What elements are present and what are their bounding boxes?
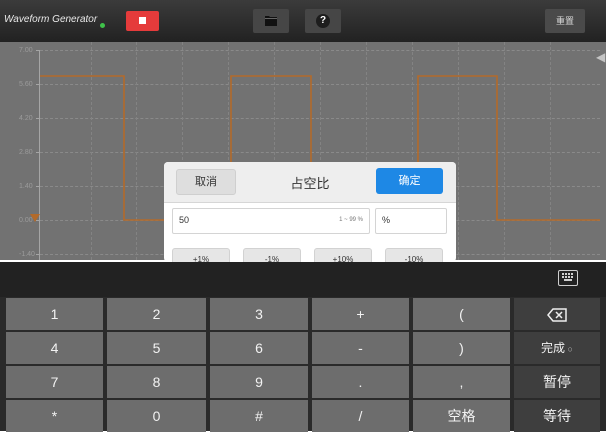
step-minus-1-button[interactable]: -1%	[243, 248, 301, 262]
status-indicator	[100, 23, 105, 28]
help-button[interactable]: ?	[305, 9, 341, 33]
key-row-glyph	[562, 276, 574, 278]
key-2[interactable]: 2	[107, 298, 206, 330]
done-key[interactable]: 完成 ○	[514, 332, 600, 364]
step-plus-10-button[interactable]: +10%	[314, 248, 372, 262]
key-4[interactable]: 4	[6, 332, 103, 364]
step-plus-1-button[interactable]: +1%	[172, 248, 230, 262]
key-period[interactable]: .	[312, 366, 409, 398]
numeric-keyboard: 1 2 3 + ( 4 5 6 - ) 完成 ○ 7 8 9 . , 暂停 * …	[0, 297, 606, 432]
key-comma[interactable]: ,	[413, 366, 510, 398]
key-7[interactable]: 7	[6, 366, 103, 398]
duty-cycle-value: 50	[179, 215, 190, 225]
keyboard-toolbar	[0, 262, 606, 297]
key-asterisk[interactable]: *	[6, 400, 103, 432]
backspace-key[interactable]	[514, 298, 600, 330]
app-title: Waveform Generator	[4, 14, 98, 25]
folder-icon	[265, 16, 277, 26]
unit-select[interactable]: %	[375, 208, 447, 234]
key-hash[interactable]: #	[210, 400, 308, 432]
wait-key[interactable]: 等待	[514, 400, 600, 432]
duty-cycle-input[interactable]: 50 1 ~ 99 %	[172, 208, 370, 234]
step-minus-10-button[interactable]: -10%	[385, 248, 443, 262]
reset-button[interactable]: 重置	[545, 9, 585, 33]
unit-value: %	[382, 215, 391, 225]
key-row-glyph	[562, 273, 574, 275]
key-3[interactable]: 3	[210, 298, 308, 330]
help-icon: ?	[316, 14, 330, 28]
arrow-left-icon[interactable]: ◀	[596, 50, 605, 64]
key-plus[interactable]: +	[312, 298, 409, 330]
key-0[interactable]: 0	[107, 400, 206, 432]
pause-key[interactable]: 暂停	[514, 366, 600, 398]
key-open-paren[interactable]: (	[413, 298, 510, 330]
circle-icon: ○	[565, 344, 573, 354]
key-slash[interactable]: /	[312, 400, 409, 432]
backspace-icon	[547, 308, 567, 323]
stop-button[interactable]	[126, 11, 159, 31]
toolbar: Waveform Generator ? 重置	[0, 0, 606, 42]
space-key[interactable]: 空格	[413, 400, 510, 432]
confirm-button[interactable]: 确定	[376, 168, 443, 194]
key-9[interactable]: 9	[210, 366, 308, 398]
range-hint: 1 ~ 99 %	[339, 217, 363, 223]
keyboard-hide-icon[interactable]	[558, 270, 578, 286]
key-6[interactable]: 6	[210, 332, 308, 364]
key-5[interactable]: 5	[107, 332, 206, 364]
key-close-paren[interactable]: )	[413, 332, 510, 364]
key-1[interactable]: 1	[6, 298, 103, 330]
key-8[interactable]: 8	[107, 366, 206, 398]
open-file-button[interactable]	[253, 9, 289, 33]
duty-cycle-dialog: 取消 占空比 确定 50 1 ~ 99 % % +1% -1% +10% -10…	[164, 162, 456, 262]
trigger-marker-icon[interactable]	[30, 214, 40, 222]
key-row-glyph	[564, 279, 572, 281]
stop-icon	[139, 17, 146, 24]
done-label: 完成	[541, 341, 566, 355]
dialog-header: 取消 占空比 确定	[164, 162, 456, 203]
key-minus[interactable]: -	[312, 332, 409, 364]
